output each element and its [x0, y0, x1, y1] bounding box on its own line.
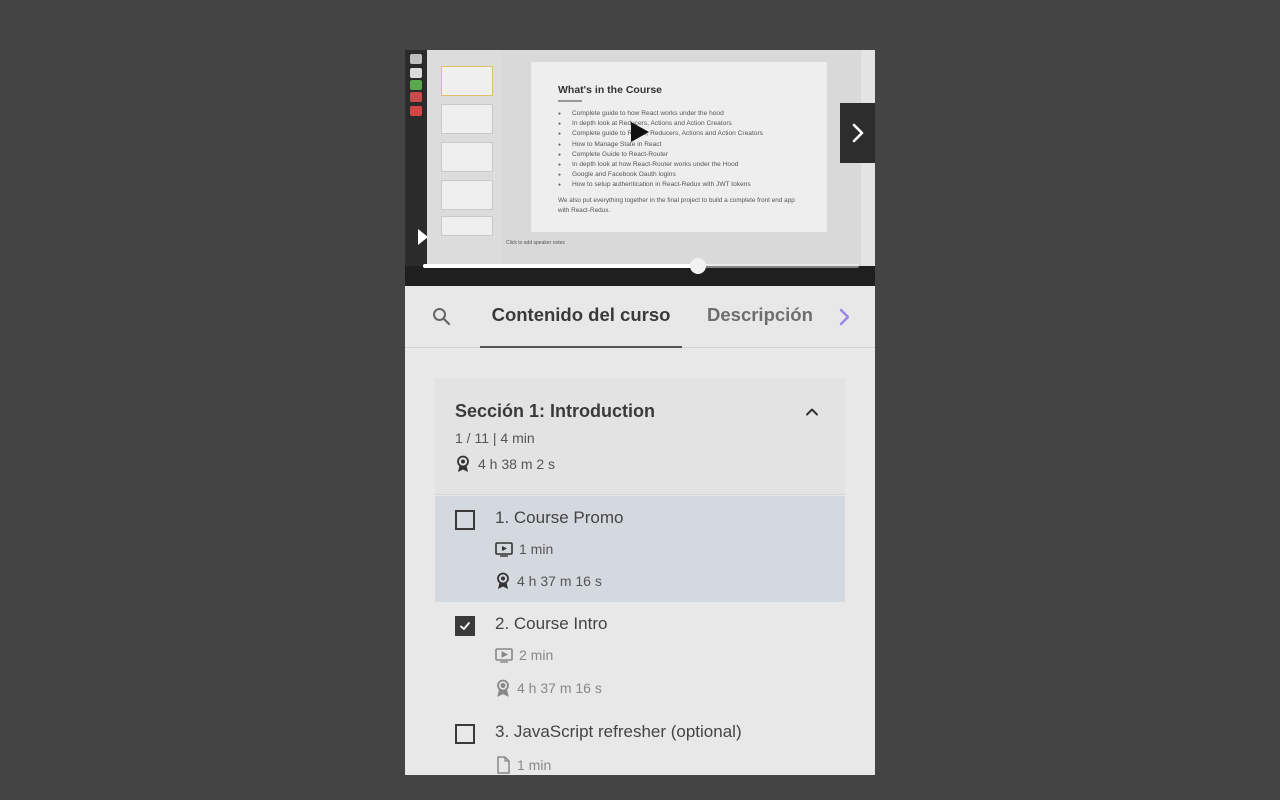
course-content-list: Sección 1: Introduction 1 / 11 | 4 min 4… [435, 378, 845, 775]
lesson-title: 3. JavaScript refresher (optional) [495, 722, 742, 741]
tab-course-content[interactable]: Contenido del curso [480, 286, 682, 348]
slide-bullet: How to Manage State in React [558, 140, 827, 150]
slide-bullets: Complete guide to how React works under … [558, 109, 827, 191]
video-progress-bar[interactable] [423, 258, 859, 274]
lesson-title: 1. Course Promo [495, 508, 624, 527]
lesson-item[interactable]: 3. JavaScript refresher (optional) 1 min [435, 710, 845, 775]
video-icon [495, 542, 513, 557]
section-progress: 1 / 11 | 4 min [455, 430, 535, 446]
slide-bullet: Complete guide to how React works under … [558, 109, 827, 119]
lesson-item[interactable]: 2. Course Intro 2 min 4 h 37 m 16 s [435, 602, 845, 710]
slide-title: What's in the Course [558, 84, 663, 96]
course-tabs: Contenido del curso Descripción [405, 286, 875, 348]
slide-bullet: Google and Facebook Oauth logins [558, 170, 827, 180]
lesson-item[interactable]: 1. Course Promo 1 min 4 h 37 m 16 s [435, 496, 845, 602]
next-lecture-button[interactable] [840, 103, 875, 163]
lesson-duration-text: 1 min [519, 541, 554, 557]
search-icon [433, 308, 451, 326]
lesson-checkbox[interactable] [455, 724, 475, 744]
award-icon [497, 679, 509, 697]
video-progress-fill [423, 264, 698, 268]
lesson-duration-text: 2 min [519, 647, 554, 663]
video-icon [495, 648, 513, 663]
search-button[interactable] [431, 306, 453, 328]
lesson-duration: 1 min [495, 541, 553, 557]
play-icon [631, 122, 649, 142]
award-icon [497, 572, 509, 589]
slide-bullet: In depth look at how React-Router works … [558, 160, 827, 170]
section-total-time: 4 h 38 m 2 s [455, 455, 555, 473]
lesson-title: 2. Course Intro [495, 614, 608, 633]
award-icon [457, 455, 469, 472]
lesson-checkbox[interactable] [455, 510, 475, 530]
play-button[interactable] [629, 120, 651, 144]
checkmark-icon [460, 622, 470, 630]
slide-bullet: How to setup authentication in React-Red… [558, 180, 827, 190]
lesson-time-text: 4 h 37 m 16 s [517, 680, 602, 696]
chevron-right-icon [852, 123, 863, 143]
slide-thumbnails [427, 50, 501, 266]
section-time-text: 4 h 38 m 2 s [478, 456, 556, 472]
file-icon [497, 756, 510, 774]
chevron-up-icon[interactable] [803, 403, 821, 421]
chevron-right-icon [839, 308, 850, 326]
slide-bullet: In depth look at Reducers, Actions and A… [558, 119, 827, 129]
lesson-time: 4 h 37 m 16 s [495, 572, 602, 590]
small-play-icon [417, 228, 429, 246]
lesson-duration-text: 1 min [517, 757, 552, 773]
lesson-time: 4 h 37 m 16 s [495, 679, 602, 697]
mobile-course-player: What's in the Course Complete guide to h… [405, 50, 875, 775]
lesson-checkbox-checked[interactable] [455, 616, 475, 636]
section-header[interactable]: Sección 1: Introduction 1 / 11 | 4 min 4… [435, 378, 845, 495]
slide-footer: We also put everything together in the f… [558, 196, 795, 214]
lesson-time-text: 4 h 37 m 16 s [517, 573, 602, 589]
lesson-duration: 1 min [495, 756, 551, 774]
video-progress-handle[interactable] [689, 258, 706, 274]
lesson-duration: 2 min [495, 647, 553, 663]
presentation-slide: What's in the Course Complete guide to h… [531, 62, 827, 232]
tab-description[interactable]: Descripción [707, 286, 827, 348]
tabs-scroll-right-button[interactable] [833, 306, 855, 328]
section-title: Sección 1: Introduction [455, 401, 656, 421]
video-player[interactable]: What's in the Course Complete guide to h… [405, 50, 875, 286]
speaker-notes: Click to add speaker notes [506, 240, 565, 246]
video-frame: What's in the Course Complete guide to h… [405, 50, 875, 266]
slide-bullet: Complete guide to Redux, Reducers, Actio… [558, 129, 827, 139]
slide-bullet: Complete Guide to React-Router [558, 150, 827, 160]
